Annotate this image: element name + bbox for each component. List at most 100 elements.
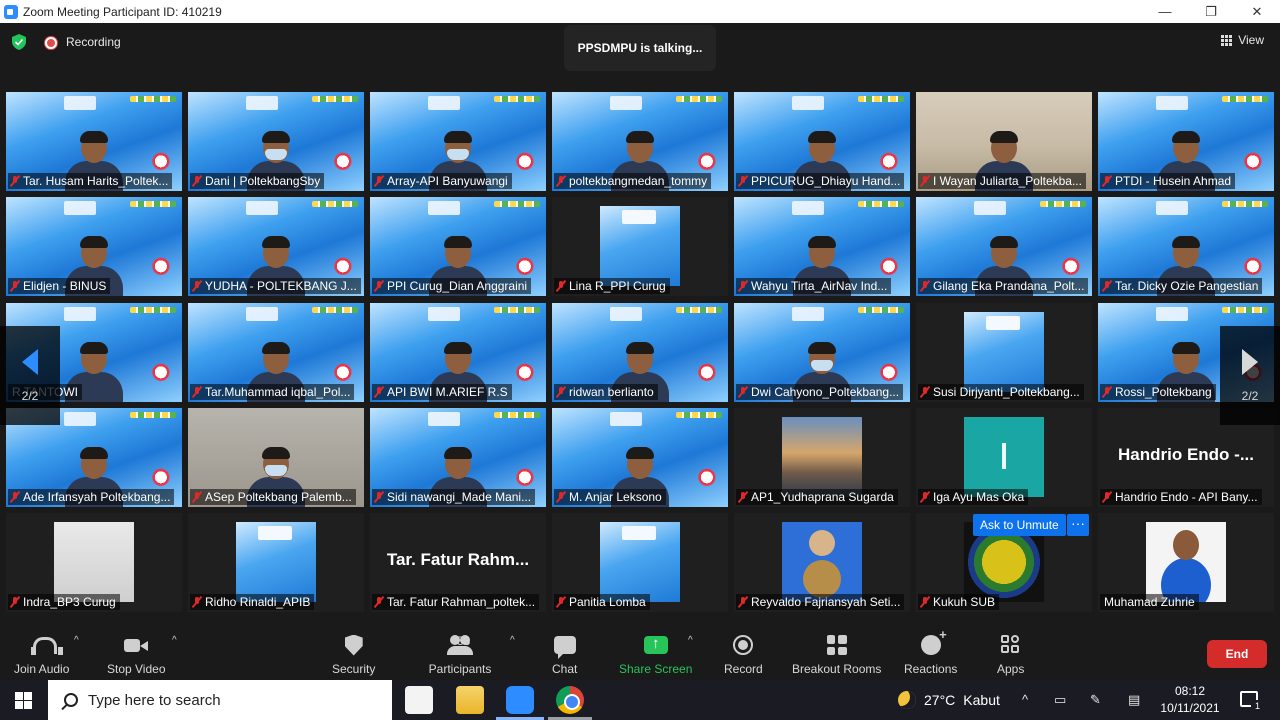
- participant-tile[interactable]: M. Anjar Leksono: [552, 408, 728, 507]
- participant-name: Dwi Cahyono_Poltekbang...: [751, 385, 900, 399]
- input-indicator-icon[interactable]: ▤: [1128, 692, 1140, 708]
- headphones-icon: [30, 635, 63, 655]
- participant-name: PPICURUG_Dhiayu Hand...: [751, 174, 901, 188]
- participant-tile[interactable]: AP1_Yudhaprana Sugarda: [734, 408, 910, 507]
- audio-options-caret[interactable]: ^: [74, 635, 79, 646]
- previous-page-button[interactable]: 2/2: [0, 326, 60, 425]
- weather-widget[interactable]: 27°C Kabut: [898, 680, 1000, 720]
- mic-muted-icon: [556, 175, 566, 187]
- participant-tile[interactable]: Gilang Eka Prandana_Polt...: [916, 197, 1092, 296]
- profile-picture: [964, 312, 1044, 392]
- participant-tile[interactable]: Tar. Fatur Rahm... Tar. Fatur Rahman_polt…: [370, 513, 546, 612]
- breakout-rooms-button[interactable]: Breakout Rooms: [792, 633, 881, 676]
- participant-tile[interactable]: ASep Poltekbang Palemb...: [188, 408, 364, 507]
- reactions-label: Reactions: [904, 662, 958, 676]
- apps-icon: [1000, 635, 1021, 655]
- battery-icon[interactable]: ▭: [1054, 692, 1066, 708]
- participant-tile[interactable]: Tar. Dicky Ozie Pangestian: [1098, 197, 1274, 296]
- participant-tile[interactable]: Ridho Rinaldi_APIB: [188, 513, 364, 612]
- participant-tile[interactable]: API BWI M.ARIEF R.S: [370, 303, 546, 402]
- chat-button[interactable]: Chat: [552, 633, 577, 676]
- participant-tile[interactable]: PTDI - Husein Ahmad: [1098, 92, 1274, 191]
- participant-tile[interactable]: Iga Ayu Mas Oka: [916, 408, 1092, 507]
- participants-count: 53: [457, 634, 471, 648]
- page-indicator-right: 2/2: [1241, 388, 1259, 403]
- participant-tile[interactable]: Muhamad Zuhrie: [1098, 513, 1274, 612]
- more-options-button[interactable]: ···: [1067, 514, 1089, 536]
- close-button[interactable]: ✕: [1234, 0, 1280, 23]
- security-button[interactable]: Security: [332, 633, 375, 676]
- microsoft-store-icon[interactable]: [405, 686, 433, 714]
- mic-muted-icon: [738, 596, 748, 608]
- participant-tile[interactable]: PPICURUG_Dhiayu Hand...: [734, 92, 910, 191]
- zoom-taskbar-icon[interactable]: [506, 686, 534, 714]
- participant-name: PTDI - Husein Ahmad: [1115, 174, 1232, 188]
- participant-tile[interactable]: Elidjen - BINUS: [6, 197, 182, 296]
- participant-tile[interactable]: poltekbangmedan_tommy: [552, 92, 728, 191]
- participants-options-caret[interactable]: ^: [510, 635, 515, 646]
- encryption-shield-icon[interactable]: [12, 34, 26, 50]
- profile-picture: [1146, 522, 1226, 602]
- video-options-caret[interactable]: ^: [172, 635, 177, 646]
- ask-to-unmute-button[interactable]: Ask to Unmute: [973, 514, 1066, 536]
- participant-tile[interactable]: Sidi nawangi_Made Mani...: [370, 408, 546, 507]
- record-button[interactable]: Record: [724, 633, 763, 676]
- participant-tile[interactable]: PPI Curug_Dian Anggraini: [370, 197, 546, 296]
- taskbar-clock[interactable]: 08:12 10/11/2021: [1145, 683, 1235, 717]
- participant-name-bar: Tar. Husam Harits_Poltek...: [8, 173, 173, 189]
- next-page-button[interactable]: 2/2: [1220, 326, 1280, 425]
- participants-button[interactable]: 53 Participants: [427, 633, 493, 676]
- notification-center-icon[interactable]: 1: [1240, 691, 1264, 713]
- participant-tile[interactable]: Panitia Lomba: [552, 513, 728, 612]
- participant-tile[interactable]: Lina R_PPI Curug: [552, 197, 728, 296]
- mic-muted-icon: [556, 491, 566, 503]
- share-screen-button[interactable]: Share Screen: [619, 633, 692, 676]
- join-audio-button[interactable]: Join Audio: [14, 633, 69, 676]
- mic-muted-icon: [738, 386, 748, 398]
- mic-muted-icon: [10, 280, 20, 292]
- participant-name: Muhamad Zuhrie: [1104, 595, 1195, 609]
- restore-button[interactable]: ❐: [1188, 0, 1234, 23]
- arrow-left-icon: [22, 348, 38, 375]
- mic-muted-icon: [374, 175, 384, 187]
- view-button[interactable]: View: [1221, 33, 1264, 47]
- minimize-button[interactable]: —: [1142, 0, 1188, 23]
- show-hidden-icons-chevron-icon[interactable]: ^: [1022, 692, 1028, 707]
- participant-tile[interactable]: Array-API Banyuwangi: [370, 92, 546, 191]
- chrome-icon[interactable]: [556, 686, 584, 714]
- participant-tile[interactable]: Indra_BP3 Curug: [6, 513, 182, 612]
- taskbar-search-input[interactable]: Type here to search: [48, 680, 392, 720]
- participant-tile[interactable]: Tar. Husam Harits_Poltek...: [6, 92, 182, 191]
- profile-picture: [782, 522, 862, 602]
- participant-tile[interactable]: Dani | PoltekbangSby: [188, 92, 364, 191]
- pen-icon[interactable]: ✎: [1090, 692, 1101, 708]
- reactions-button[interactable]: Reactions: [904, 627, 958, 676]
- participant-tile[interactable]: Reyvaldo Fajriansyah Seti...: [734, 513, 910, 612]
- profile-picture: [600, 206, 680, 286]
- mic-muted-icon: [920, 175, 930, 187]
- mic-muted-icon: [920, 280, 930, 292]
- windows-start-icon[interactable]: [15, 692, 32, 709]
- chat-bubble-icon: [553, 636, 576, 659]
- apps-label: Apps: [997, 662, 1025, 676]
- share-options-caret[interactable]: ^: [688, 635, 693, 646]
- participant-tile[interactable]: Tar.Muhammad iqbal_Pol...: [188, 303, 364, 402]
- participant-tile[interactable]: Dwi Cahyono_Poltekbang...: [734, 303, 910, 402]
- participant-tile[interactable]: I Wayan Juliarta_Poltekba...: [916, 92, 1092, 191]
- mic-muted-icon: [1102, 491, 1112, 503]
- participant-name-bar: ridwan berlianto: [554, 384, 658, 400]
- participant-name: Panitia Lomba: [569, 595, 646, 609]
- participant-name-bar: Wahyu Tirta_AirNav Ind...: [736, 278, 892, 294]
- participant-tile[interactable]: Wahyu Tirta_AirNav Ind...: [734, 197, 910, 296]
- mic-muted-icon: [738, 175, 748, 187]
- participant-tile[interactable]: Susi Dirjyanti_Poltekbang...: [916, 303, 1092, 402]
- stop-video-button[interactable]: Stop Video: [107, 633, 166, 676]
- participant-tile[interactable]: ridwan berlianto: [552, 303, 728, 402]
- apps-button[interactable]: Apps: [997, 633, 1024, 676]
- participant-tile[interactable]: YUDHA - POLTEKBANG J...: [188, 197, 364, 296]
- end-meeting-button[interactable]: End: [1207, 640, 1267, 668]
- participant-name: Elidjen - BINUS: [23, 279, 107, 293]
- file-explorer-icon[interactable]: [456, 686, 484, 714]
- participant-name-bar: Susi Dirjyanti_Poltekbang...: [918, 384, 1084, 400]
- clock-time: 08:12: [1174, 684, 1206, 698]
